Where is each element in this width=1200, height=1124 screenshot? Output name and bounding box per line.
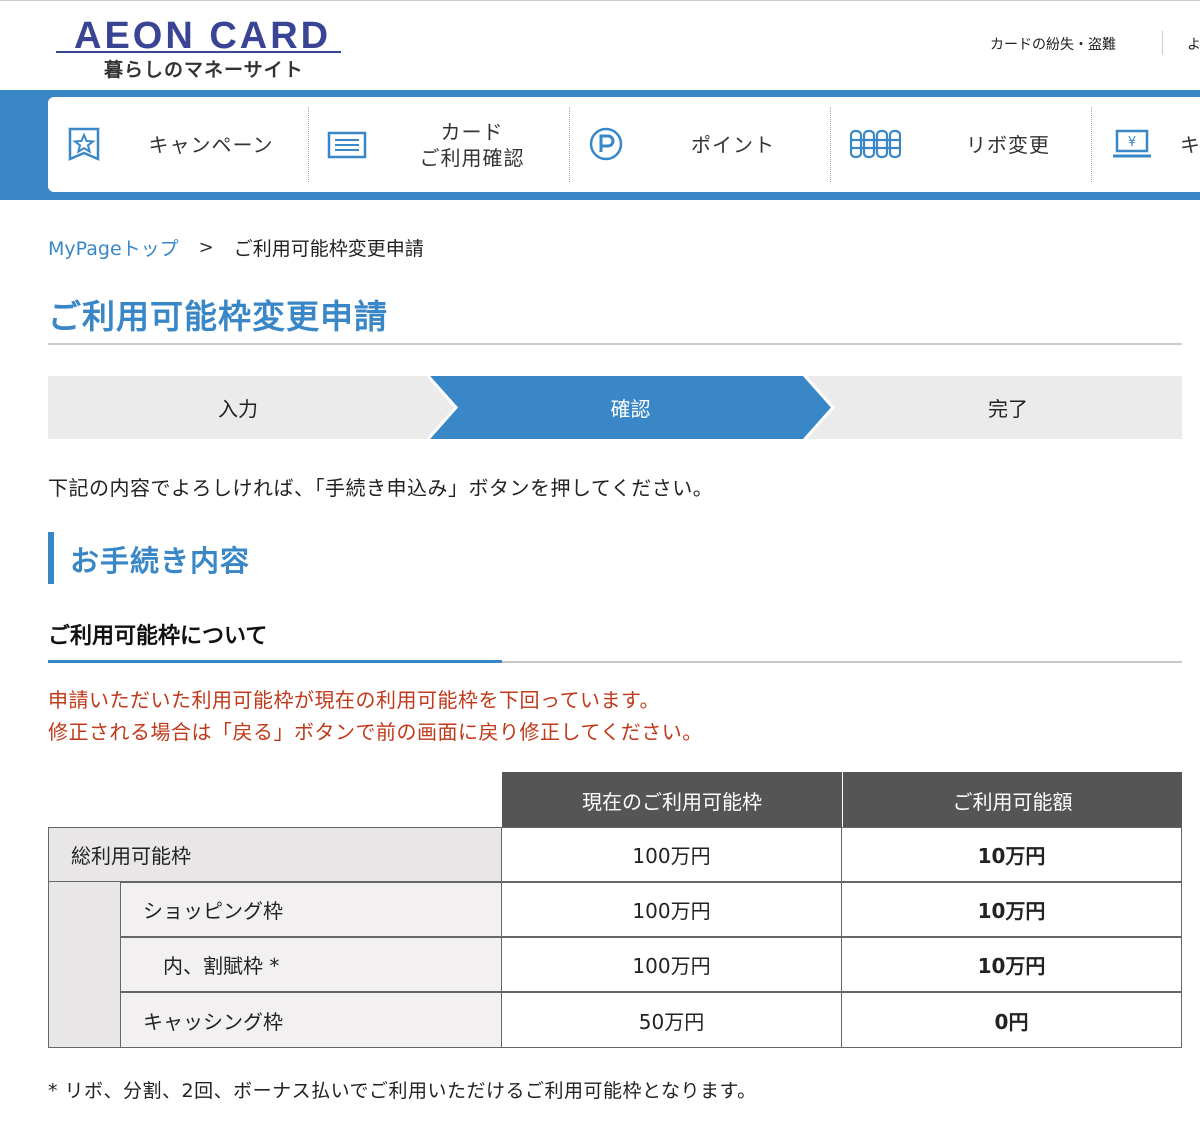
breadcrumb-current: ご利用可能枠変更申請 [233, 238, 424, 260]
section-accent-bar [48, 532, 54, 584]
nav-item-card-usage[interactable]: カード ご利用確認 [309, 97, 570, 192]
row-label-cashing: キャッシング枠 [120, 992, 502, 1048]
nav-label: ポイント [691, 132, 775, 157]
subsection-accent-line [48, 660, 502, 663]
page-title: ご利用可能枠変更申請 [48, 297, 388, 336]
section-title: お手続き内容 [70, 544, 251, 578]
svg-text:¥: ¥ [1128, 135, 1136, 150]
global-nav: キャンペーン カード ご利用確認 ポイント リボ変更 ¥ キ [48, 97, 1200, 192]
cell-available-installment: 10万円 [841, 937, 1182, 992]
row-label-total: 総利用可能枠 [48, 827, 502, 882]
nav-item-cashing[interactable]: ¥ キ [1092, 97, 1200, 192]
column-header-current-limit: 現在のご利用可能枠 [502, 772, 842, 828]
row-label-shopping: ショッピング枠 [120, 882, 502, 937]
cell-current-total: 100万円 [501, 827, 842, 882]
nav-item-points[interactable]: ポイント [570, 97, 831, 192]
cell-available-total: 10万円 [841, 827, 1182, 882]
step-input: 入力 [218, 397, 258, 421]
site-header: AEON CARD 暮らしのマネーサイト カードの紛失・盗難 よ [0, 0, 1200, 90]
title-divider [48, 343, 1182, 345]
step-complete: 完了 [988, 397, 1028, 421]
header-divider [1162, 31, 1163, 55]
cell-current-shopping: 100万円 [501, 882, 842, 937]
star-badge-icon [68, 127, 100, 161]
row-label-installment: 内、割賦枠 * [120, 937, 502, 992]
breadcrumb: MyPageトップ > ご利用可能枠変更申請 [48, 234, 424, 261]
nav-label: リボ変更 [966, 132, 1050, 157]
warning-line-2: 修正される場合は「戻る」ボタンで前の画面に戻り修正してください。 [48, 720, 703, 744]
cell-current-cashing: 50万円 [501, 992, 842, 1048]
progress-steps: 入力 確認 完了 [48, 376, 1182, 439]
warning-message: 申請いただいた利用可能枠が現在の利用可能枠を下回っています。 修正される場合は「… [48, 684, 703, 748]
coin-stack-icon [849, 129, 901, 159]
warning-line-1: 申請いただいた利用可能枠が現在の利用可能枠を下回っています。 [48, 688, 660, 712]
step-confirm: 確認 [610, 397, 651, 421]
cell-current-installment: 100万円 [501, 937, 842, 992]
column-header-available-amount: ご利用可能額 [843, 772, 1182, 828]
instruction-text: 下記の内容でよろしければ、「手続き申込み」ボタンを押してください。 [48, 476, 714, 500]
logo-underline [56, 51, 341, 53]
header-util-link[interactable]: よ [1187, 34, 1200, 54]
nav-item-revo-change[interactable]: リボ変更 [831, 97, 1092, 192]
nav-label: キャンペーン [148, 132, 274, 157]
nav-item-campaign[interactable]: キャンペーン [48, 97, 309, 192]
breadcrumb-separator: > [198, 237, 214, 258]
yen-laptop-icon: ¥ [1113, 129, 1151, 158]
table-indent-block [48, 882, 121, 1048]
breadcrumb-mypage-top[interactable]: MyPageトップ [48, 234, 179, 261]
subsection-title: ご利用可能枠について [48, 624, 268, 649]
footnote: * リボ、分割、2回、ボーナス払いでご利用いただけるご利用可能枠となります。 [48, 1080, 757, 1102]
logo-tagline: 暮らしのマネーサイト [104, 59, 304, 81]
cell-available-shopping: 10万円 [841, 882, 1182, 937]
lost-stolen-card-link[interactable]: カードの紛失・盗難 [990, 34, 1116, 54]
nav-label: キ [1180, 132, 1200, 157]
aeon-card-logo[interactable]: AEON CARD 暮らしのマネーサイト [56, 13, 341, 83]
cell-available-cashing: 0円 [841, 992, 1182, 1048]
nav-label: カード ご利用確認 [419, 119, 525, 170]
point-p-icon [589, 127, 623, 161]
card-statement-icon [327, 131, 367, 159]
